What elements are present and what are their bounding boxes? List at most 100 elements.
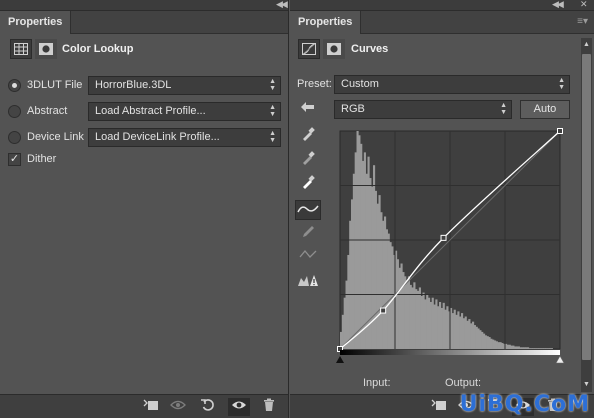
radio-abstract[interactable] (8, 104, 21, 118)
histogram-bar (530, 348, 533, 349)
histogram-bar (538, 348, 541, 349)
curve-control-point[interactable] (440, 234, 447, 241)
dropdown-value: Custom (341, 78, 379, 90)
option-label: Device Link (27, 131, 84, 143)
histogram-bar (508, 344, 511, 349)
radio-3dlut-file[interactable] (8, 78, 21, 92)
clip-to-layer-icon[interactable] (140, 398, 162, 416)
histogram-bar (385, 229, 388, 349)
collapse-panels-icon[interactable]: ◀◀ (552, 0, 564, 10)
tab-properties[interactable]: Properties (0, 11, 72, 34)
histogram-bar (525, 347, 528, 349)
gray-point-eyedropper-icon[interactable] (295, 150, 321, 170)
curve-control-point[interactable] (380, 307, 387, 314)
histogram-bar (461, 313, 464, 349)
panel-bottom-bar (0, 394, 288, 418)
dither-row[interactable]: ✓ Dither (8, 149, 56, 169)
dropdown-arrows-icon: ▲ ▼ (269, 130, 276, 144)
trash-icon[interactable] (258, 398, 280, 416)
tab-properties[interactable]: Properties (290, 11, 362, 34)
histogram-bar (440, 307, 443, 349)
histogram-bar (486, 336, 489, 349)
histogram-bar (400, 263, 403, 349)
curve-control-point[interactable] (557, 128, 563, 134)
histogram-bar (490, 338, 493, 349)
adjustment-header-icons (10, 39, 57, 59)
device-link-profile-dropdown[interactable]: Load DeviceLink Profile... ▲ ▼ (88, 128, 281, 147)
black-point-eyedropper-icon[interactable] (295, 126, 321, 146)
collapse-panels-icon[interactable]: ◀◀ (276, 0, 288, 10)
white-input-slider[interactable] (555, 355, 565, 364)
option-abstract[interactable]: Abstract (8, 101, 67, 121)
dither-label: Dither (27, 153, 57, 165)
panel-tab-bar: Properties ≡▾ (290, 11, 594, 34)
histogram-bar (510, 345, 513, 349)
3dlut-file-dropdown[interactable]: HorrorBlue.3DL ▲ ▼ (88, 76, 281, 95)
histogram-bar (499, 342, 502, 349)
histogram-bar (387, 233, 390, 349)
curves-adjustment-icon[interactable] (298, 39, 320, 59)
on-image-adjust-icon[interactable] (295, 99, 321, 119)
histogram-bar (536, 348, 539, 349)
histogram-bar (541, 348, 544, 349)
dropdown-value: Load DeviceLink Profile... (95, 131, 220, 143)
histogram-bar (534, 348, 537, 349)
scroll-up-icon[interactable]: ▲ (582, 41, 591, 49)
clip-to-layer-icon[interactable] (428, 398, 450, 416)
black-input-slider[interactable] (336, 356, 344, 363)
histogram-bar (492, 339, 495, 349)
abstract-profile-dropdown[interactable]: Load Abstract Profile... ▲ ▼ (88, 102, 281, 121)
histogram-bar (543, 348, 546, 349)
histogram-bar (363, 152, 366, 349)
histogram-bar (495, 341, 498, 349)
preset-dropdown[interactable]: Custom ▲ ▼ (334, 75, 570, 94)
option-device-link[interactable]: Device Link (8, 127, 84, 147)
panel-title: Color Lookup (62, 43, 134, 55)
layer-mask-icon[interactable] (35, 39, 57, 59)
histogram-bar (497, 342, 500, 349)
histogram-bar (442, 302, 445, 349)
histogram-bar (417, 290, 420, 349)
dither-checkbox[interactable]: ✓ (8, 152, 21, 166)
histogram-bar (468, 319, 471, 349)
smooth-curve-icon[interactable] (295, 247, 321, 267)
visibility-eye-icon[interactable] (228, 398, 250, 416)
scroll-down-icon[interactable]: ▼ (582, 381, 591, 389)
radio-device-link[interactable] (8, 130, 21, 144)
channel-dropdown[interactable]: RGB ▲ ▼ (334, 100, 512, 119)
histogram-bar (384, 216, 387, 349)
panel-menu-icon[interactable]: ≡▾ (577, 16, 588, 27)
curves-graph[interactable] (332, 127, 568, 367)
histogram-bar (472, 321, 475, 349)
view-previous-state-icon[interactable] (167, 398, 189, 416)
histogram-bar (345, 280, 348, 349)
adjustment-type-icon[interactable] (10, 39, 32, 59)
option-3dlut-file[interactable]: 3DLUT File (8, 75, 82, 95)
white-point-eyedropper-icon[interactable] (295, 174, 321, 194)
layer-mask-icon[interactable] (323, 39, 345, 59)
histogram-bar (466, 320, 469, 349)
panel-top-strip: ◀◀ ✕ (290, 0, 594, 11)
histogram-bar (514, 346, 517, 349)
panel-scrollbar[interactable]: ▲ ▼ (581, 38, 592, 392)
histogram-bar (374, 190, 377, 349)
scrollbar-thumb[interactable] (582, 54, 591, 360)
histogram-bar (407, 276, 410, 349)
curve-point-tool-icon[interactable] (295, 200, 321, 220)
histogram-bar (512, 345, 515, 349)
histogram-bar (545, 348, 548, 349)
histogram-bar (406, 280, 409, 349)
histogram-bar (389, 242, 392, 349)
clipping-warning-icon[interactable] (295, 273, 321, 293)
histogram-bar (488, 337, 491, 349)
histogram-bar (444, 309, 447, 349)
histogram-bar (404, 276, 407, 349)
auto-button[interactable]: Auto (520, 100, 570, 119)
dropdown-value: HorrorBlue.3DL (95, 79, 172, 91)
reset-icon[interactable] (197, 398, 219, 416)
histogram-bar (415, 289, 418, 349)
close-panel-icon[interactable]: ✕ (580, 0, 588, 10)
histogram-bar (378, 195, 381, 349)
histogram-bar (519, 347, 522, 349)
pencil-draw-icon[interactable] (295, 224, 321, 244)
